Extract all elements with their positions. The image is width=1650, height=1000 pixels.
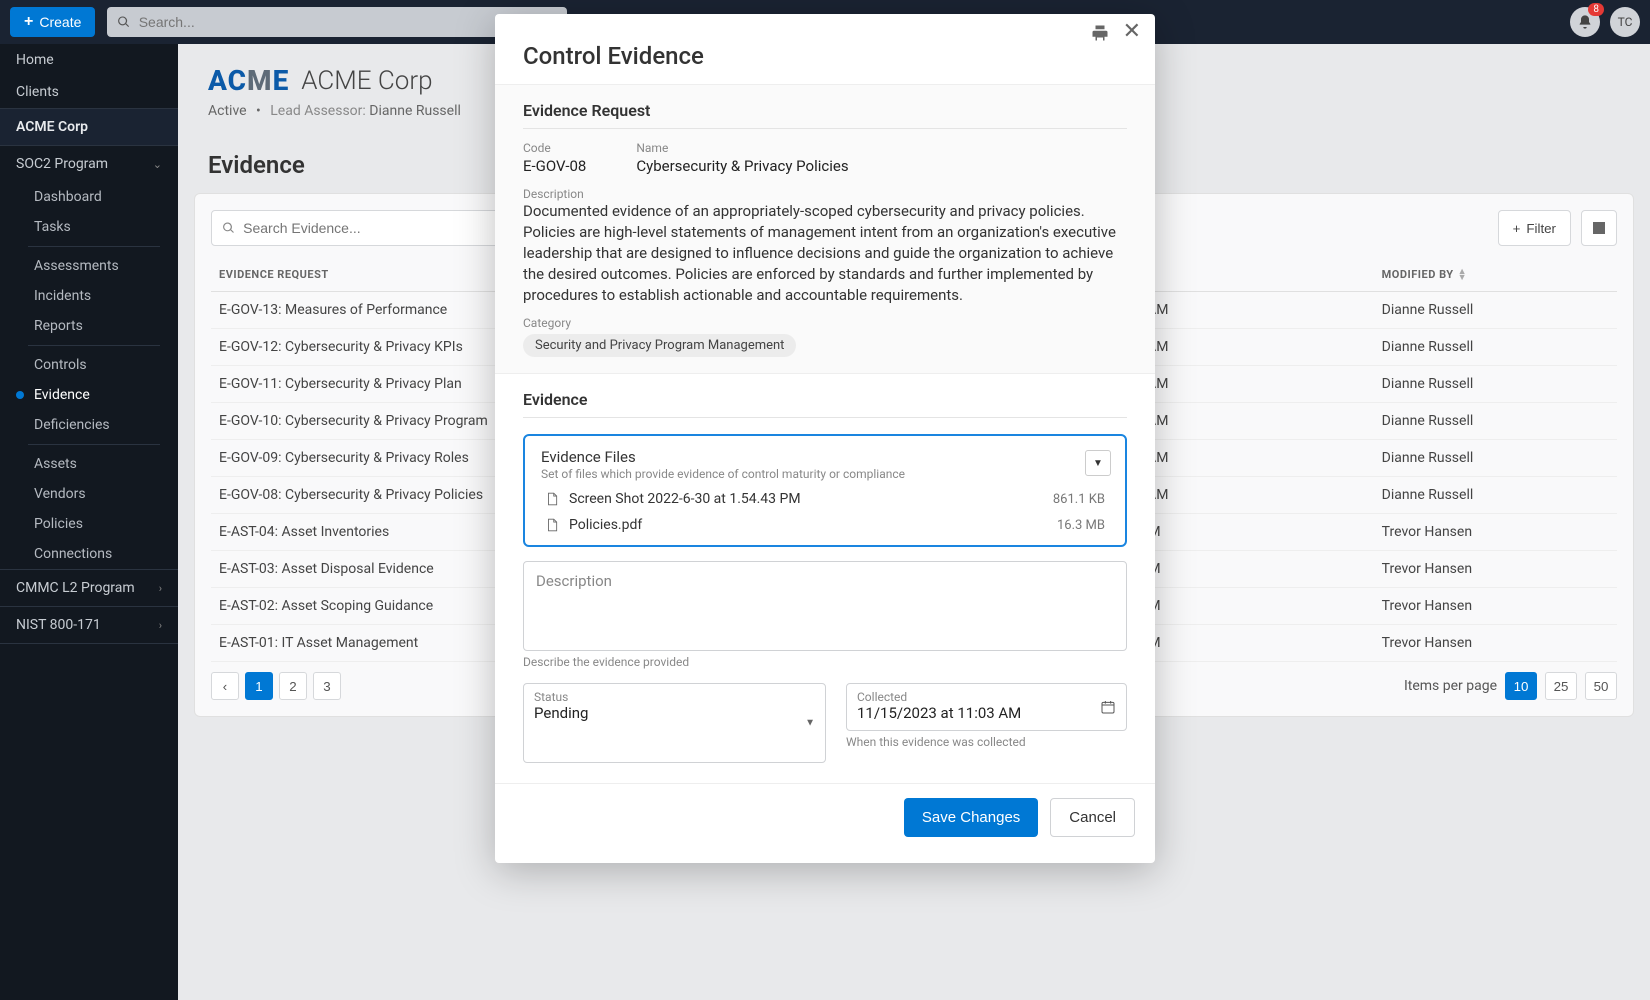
lead-label: Lead Assessor: [270,103,366,119]
sidebar: Home Clients ACME Corp SOC2 Program ⌄ Da… [0,44,178,1000]
chevron-down-icon: ⌄ [153,158,162,171]
description-label: Description [523,187,1127,201]
col-modified-by[interactable]: MODIFIED BY▲▼ [1374,258,1617,292]
notification-badge: 8 [1588,3,1604,16]
cell-modified-by: Trevor Hansen [1374,625,1617,662]
sidebar-item-reports[interactable]: Reports [0,311,178,341]
columns-icon [1591,220,1607,236]
evidence-files-subtitle: Set of files which provide evidence of c… [541,467,1109,481]
code-label: Code [523,141,586,155]
sidebar-item-incidents[interactable]: Incidents [0,281,178,311]
sidebar-program-soc2[interactable]: SOC2 Program ⌄ [0,146,178,182]
cell-modified-by: Trevor Hansen [1374,514,1617,551]
status-text: Active [208,103,247,119]
search-icon [117,15,130,29]
chevron-right-icon: › [159,582,162,595]
file-size: 861.1 KB [1053,492,1105,507]
columns-button[interactable] [1581,210,1617,246]
collected-helper: When this evidence was collected [846,735,1127,749]
sort-icon: ▲▼ [1458,269,1467,281]
evidence-request-heading: Evidence Request [523,101,1127,129]
pager-page[interactable]: 2 [279,672,307,700]
save-button[interactable]: Save Changes [904,798,1038,837]
sidebar-item-evidence[interactable]: Evidence [0,380,178,410]
cell-modified-by: Dianne Russell [1374,440,1617,477]
code-value: E-GOV-08 [523,157,586,175]
cancel-button[interactable]: Cancel [1050,798,1135,837]
pager-page[interactable]: 3 [313,672,341,700]
sidebar-client-header[interactable]: ACME Corp [0,108,178,146]
modal-title: Control Evidence [495,42,1155,84]
notifications-button[interactable]: 8 [1570,7,1600,37]
cell-modified-by: Dianne Russell [1374,292,1617,329]
chevron-down-icon: ▼ [805,718,815,729]
files-dropdown-button[interactable]: ▼ [1085,450,1111,476]
sidebar-item-dashboard[interactable]: Dashboard [0,182,178,212]
description-helper: Describe the evidence provided [523,655,1127,669]
brand-logo: ACME [208,64,289,97]
chevron-right-icon: › [159,619,162,632]
name-label: Name [636,141,848,155]
evidence-files-box[interactable]: Evidence Files Set of files which provid… [523,434,1127,547]
evidence-files-title: Evidence Files [541,448,1109,466]
sidebar-program-nist[interactable]: NIST 800-171 › [0,607,178,643]
ipp-option[interactable]: 25 [1545,672,1577,700]
evidence-heading: Evidence [523,390,1127,418]
category-label: Category [523,316,1127,330]
sidebar-item-connections[interactable]: Connections [0,539,178,569]
file-row[interactable]: Screen Shot 2022-6-30 at 1.54.43 PM 861.1… [541,481,1109,507]
sidebar-item-policies[interactable]: Policies [0,509,178,539]
calendar-icon [1100,699,1116,715]
cell-modified-by: Dianne Russell [1374,403,1617,440]
collected-date-input[interactable]: Collected 11/15/2023 at 11:03 AM [846,683,1127,731]
lead-value: Dianne Russell [369,103,461,119]
evidence-description-input[interactable]: Description [523,561,1127,651]
file-name: Policies.pdf [569,517,1047,533]
page-brand-title: ACME Corp [301,66,432,96]
pager-page[interactable]: 1 [245,672,273,700]
items-per-page-label: Items per page [1404,678,1497,694]
create-button[interactable]: + Create [10,7,95,37]
name-value: Cybersecurity & Privacy Policies [636,157,848,175]
category-pill: Security and Privacy Program Management [523,334,796,357]
cell-modified-by: Dianne Russell [1374,329,1617,366]
plus-icon: + [1513,221,1521,236]
sidebar-item-tasks[interactable]: Tasks [0,212,178,242]
search-icon [222,221,235,235]
print-icon[interactable] [1091,24,1109,42]
create-label: Create [39,14,81,30]
sidebar-item-deficiencies[interactable]: Deficiencies [0,410,178,440]
description-value: Documented evidence of an appropriately-… [523,201,1127,306]
file-icon [545,517,559,533]
avatar[interactable]: TC [1610,7,1640,37]
close-icon[interactable]: ✕ [1123,24,1141,42]
cell-modified-by: Dianne Russell [1374,477,1617,514]
file-icon [545,491,559,507]
filter-button[interactable]: + Filter [1498,210,1571,246]
cell-modified-by: Trevor Hansen [1374,551,1617,588]
pager-prev[interactable]: ‹ [211,672,239,700]
file-row[interactable]: Policies.pdf 16.3 MB [541,507,1109,533]
sidebar-item-assets[interactable]: Assets [0,449,178,479]
bell-icon [1577,14,1593,30]
sidebar-item-assessments[interactable]: Assessments [0,251,178,281]
plus-icon: + [24,13,33,31]
ipp-option[interactable]: 10 [1505,672,1537,700]
sidebar-program-cmmc[interactable]: CMMC L2 Program › [0,570,178,606]
cell-modified-by: Trevor Hansen [1374,588,1617,625]
ipp-option[interactable]: 50 [1585,672,1617,700]
cell-modified-by: Dianne Russell [1374,366,1617,403]
control-evidence-modal: ✕ Control Evidence Evidence Request Code… [495,14,1155,863]
file-size: 16.3 MB [1057,518,1105,533]
file-name: Screen Shot 2022-6-30 at 1.54.43 PM [569,491,1043,507]
sidebar-item-controls[interactable]: Controls [0,350,178,380]
sidebar-item-vendors[interactable]: Vendors [0,479,178,509]
sidebar-clients[interactable]: Clients [0,76,178,108]
status-select[interactable]: Status Pending ▼ [523,683,826,763]
sidebar-home[interactable]: Home [0,44,178,76]
chevron-down-icon: ▼ [1093,458,1103,469]
